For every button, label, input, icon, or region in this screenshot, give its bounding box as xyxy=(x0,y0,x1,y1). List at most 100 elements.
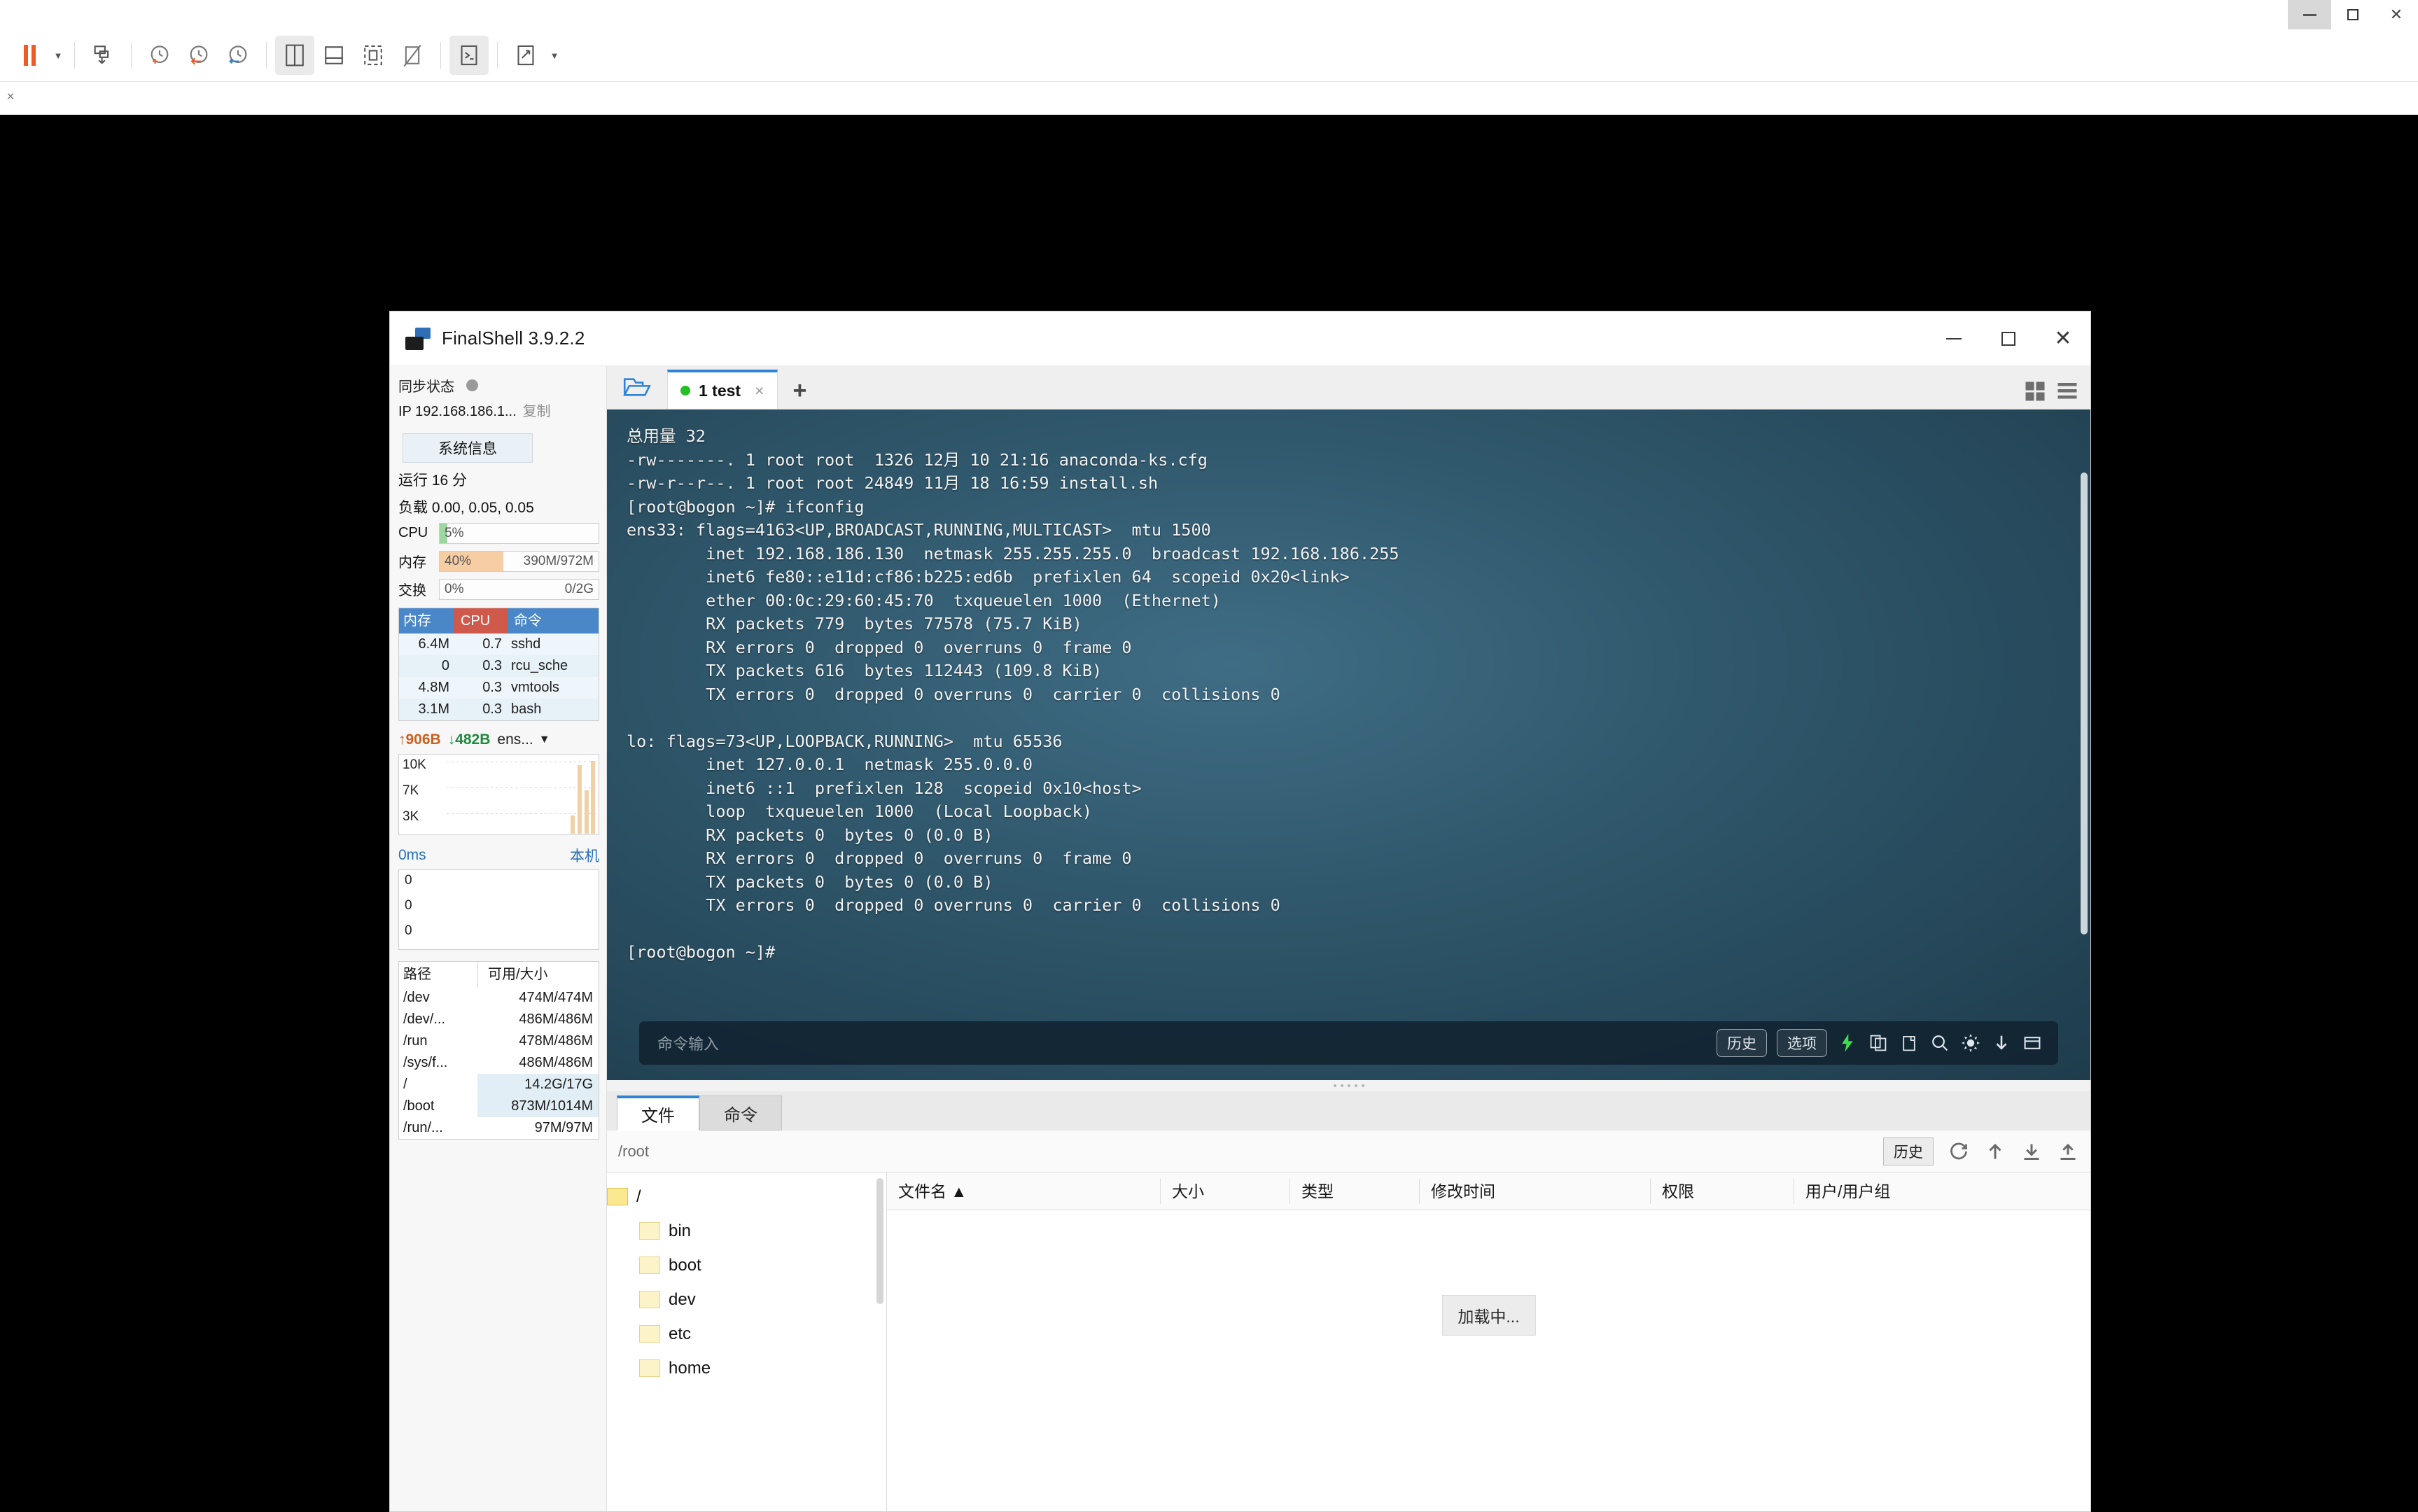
pause-button[interactable] xyxy=(10,36,49,75)
tree-item-label: boot xyxy=(669,1255,701,1275)
process-table[interactable]: 内存 CPU 命令 6.4M 0.7 sshd 0 0.3 rcu_sche 4… xyxy=(398,608,599,721)
tab-commands[interactable]: 命令 xyxy=(699,1096,782,1130)
new-tab-button[interactable]: + xyxy=(793,377,807,405)
host-close-button[interactable]: ✕ xyxy=(2375,0,2418,29)
app-titlebar: FinalShell 3.9.2.2 ✕ xyxy=(390,312,2090,366)
gear-icon[interactable] xyxy=(1960,1032,1981,1054)
screenshot-icon xyxy=(94,46,109,64)
tab-1-test[interactable]: 1 test × xyxy=(667,370,778,409)
terminal-options-button[interactable]: 选项 xyxy=(1777,1029,1827,1057)
disk-col-path: 路径 xyxy=(403,967,431,982)
current-path[interactable]: /root xyxy=(618,1142,649,1161)
app-close-button[interactable]: ✕ xyxy=(2036,312,2090,365)
process-col-cpu[interactable]: CPU xyxy=(454,608,507,634)
process-col-memory[interactable]: 内存 xyxy=(399,608,454,634)
search-icon[interactable] xyxy=(1929,1032,1950,1054)
screenshot-button[interactable] xyxy=(83,36,123,75)
close-tab-icon[interactable]: × xyxy=(755,382,764,400)
copy-ip-button[interactable]: 复制 xyxy=(523,400,551,420)
layout-stack-button[interactable] xyxy=(314,36,354,75)
toolbar-divider xyxy=(266,42,267,69)
app-minimize-button[interactable] xyxy=(1927,312,1981,365)
table-row[interactable]: 3.1M 0.3 bash xyxy=(399,699,599,720)
table-row[interactable]: /boot 873M/1014M xyxy=(399,1096,599,1117)
app-window-controls: ✕ xyxy=(1927,312,2090,365)
column-owner[interactable]: 用户/用户组 xyxy=(1794,1178,2090,1204)
command-input-bar[interactable]: 命令输入 历史 选项 xyxy=(639,1021,2058,1065)
window-icon[interactable] xyxy=(2022,1032,2043,1054)
tree-item-home[interactable]: home xyxy=(607,1351,886,1385)
disk-value: 97M/97M xyxy=(534,1120,593,1135)
column-size[interactable]: 大小 xyxy=(1160,1178,1290,1204)
table-row[interactable]: /dev/... 486M/486M xyxy=(399,1009,599,1030)
memory-meter-row: 内存 40% 390M/972M xyxy=(398,548,599,574)
snapshot-revert-button[interactable] xyxy=(179,36,218,75)
table-row[interactable]: / 14.2G/17G xyxy=(399,1074,599,1096)
terminal-history-button[interactable]: 历史 xyxy=(1717,1029,1767,1057)
clock-back-icon xyxy=(190,46,208,65)
grid-view-icon[interactable] xyxy=(2025,381,2046,402)
refresh-icon[interactable] xyxy=(1948,1140,1970,1163)
file-history-button[interactable]: 历史 xyxy=(1883,1137,1934,1166)
disconnect-screen-button[interactable] xyxy=(393,36,432,75)
app-maximize-button[interactable] xyxy=(1981,312,2036,365)
system-info-button[interactable]: 系统信息 xyxy=(403,433,533,463)
column-permissions[interactable]: 权限 xyxy=(1650,1178,1794,1204)
tree-scrollbar[interactable] xyxy=(876,1178,883,1304)
host-minimize-button[interactable] xyxy=(2288,0,2331,29)
table-row[interactable]: 6.4M 0.7 sshd xyxy=(399,634,599,655)
directory-tree[interactable]: / bin boot dev etc home xyxy=(607,1172,887,1511)
tree-item-boot[interactable]: boot xyxy=(607,1248,886,1282)
process-memory: 4.8M xyxy=(418,680,449,695)
fullscreen-dropdown-icon[interactable]: ▼ xyxy=(547,36,562,75)
paste-icon[interactable] xyxy=(1899,1032,1920,1054)
layout-split-button[interactable] xyxy=(275,36,314,75)
copy-icon[interactable] xyxy=(1868,1032,1889,1054)
column-filename[interactable]: 文件名 ▲ xyxy=(887,1179,1160,1204)
terminal-scrollbar[interactable] xyxy=(2081,472,2088,934)
table-row[interactable]: /sys/f... 486M/486M xyxy=(399,1052,599,1074)
host-maximize-button[interactable] xyxy=(2331,0,2375,29)
console-button[interactable] xyxy=(449,36,489,75)
tree-item-root[interactable]: / xyxy=(607,1180,886,1214)
app-logo-icon xyxy=(405,327,431,350)
file-list[interactable]: 文件名 ▲ 大小 类型 修改时间 权限 用户/用户组 加载中... xyxy=(887,1172,2090,1511)
network-header: ↑906B ↓482B ens... ▼ xyxy=(398,726,599,754)
parent-directory-icon[interactable] xyxy=(1984,1140,2006,1163)
process-col-command[interactable]: 命令 xyxy=(507,608,599,634)
pause-dropdown-icon[interactable]: ▼ xyxy=(50,36,66,75)
table-row[interactable]: 0 0.3 rcu_sche xyxy=(399,655,599,677)
fit-screen-button[interactable] xyxy=(354,36,393,75)
lightning-icon[interactable] xyxy=(1837,1032,1858,1054)
tree-item-label: dev xyxy=(669,1289,696,1309)
column-type[interactable]: 类型 xyxy=(1290,1178,1419,1204)
process-cpu: 0.3 xyxy=(482,658,502,673)
chevron-down-icon[interactable]: ▼ xyxy=(539,734,550,746)
list-view-icon[interactable] xyxy=(2057,381,2078,402)
panel-splitter[interactable] xyxy=(607,1080,2090,1091)
table-row[interactable]: /dev 474M/474M xyxy=(399,987,599,1009)
network-upload-value: ↑906B xyxy=(398,732,441,748)
tree-item-dev[interactable]: dev xyxy=(607,1282,886,1317)
close-tab-icon[interactable]: × xyxy=(3,90,18,105)
disk-usage-table[interactable]: 路径 可用/大小 /dev 474M/474M /dev/... 486M/48… xyxy=(398,961,599,1140)
upload-icon[interactable] xyxy=(2057,1140,2079,1163)
tab-files[interactable]: 文件 xyxy=(617,1096,699,1130)
pause-icon xyxy=(23,45,36,66)
terminal-text: 总用量 32 -rw-------. 1 root root 1326 12月 … xyxy=(627,426,1399,962)
download-icon[interactable] xyxy=(1991,1032,2012,1054)
table-row[interactable]: /run/... 97M/97M xyxy=(399,1117,599,1139)
tree-item-bin[interactable]: bin xyxy=(607,1214,886,1248)
download-icon[interactable] xyxy=(2020,1140,2043,1163)
open-folder-button[interactable] xyxy=(607,365,667,409)
fullscreen-button[interactable] xyxy=(506,36,545,75)
tree-item-etc[interactable]: etc xyxy=(607,1317,886,1351)
table-row[interactable]: 4.8M 0.3 vmtools xyxy=(399,677,599,699)
snapshot-manage-button[interactable] xyxy=(218,36,258,75)
column-modified[interactable]: 修改时间 xyxy=(1419,1178,1650,1204)
terminal-output-area[interactable]: 总用量 32 -rw-------. 1 root root 1326 12月 … xyxy=(607,410,2090,1080)
table-row[interactable]: /run 478M/486M xyxy=(399,1030,599,1052)
app-body: 同步状态 IP 192.168.186.1... 复制 系统信息 运行 16 分… xyxy=(390,366,2090,1511)
file-list-header: 文件名 ▲ 大小 类型 修改时间 权限 用户/用户组 xyxy=(887,1172,2090,1210)
snapshot-add-button[interactable] xyxy=(140,36,179,75)
